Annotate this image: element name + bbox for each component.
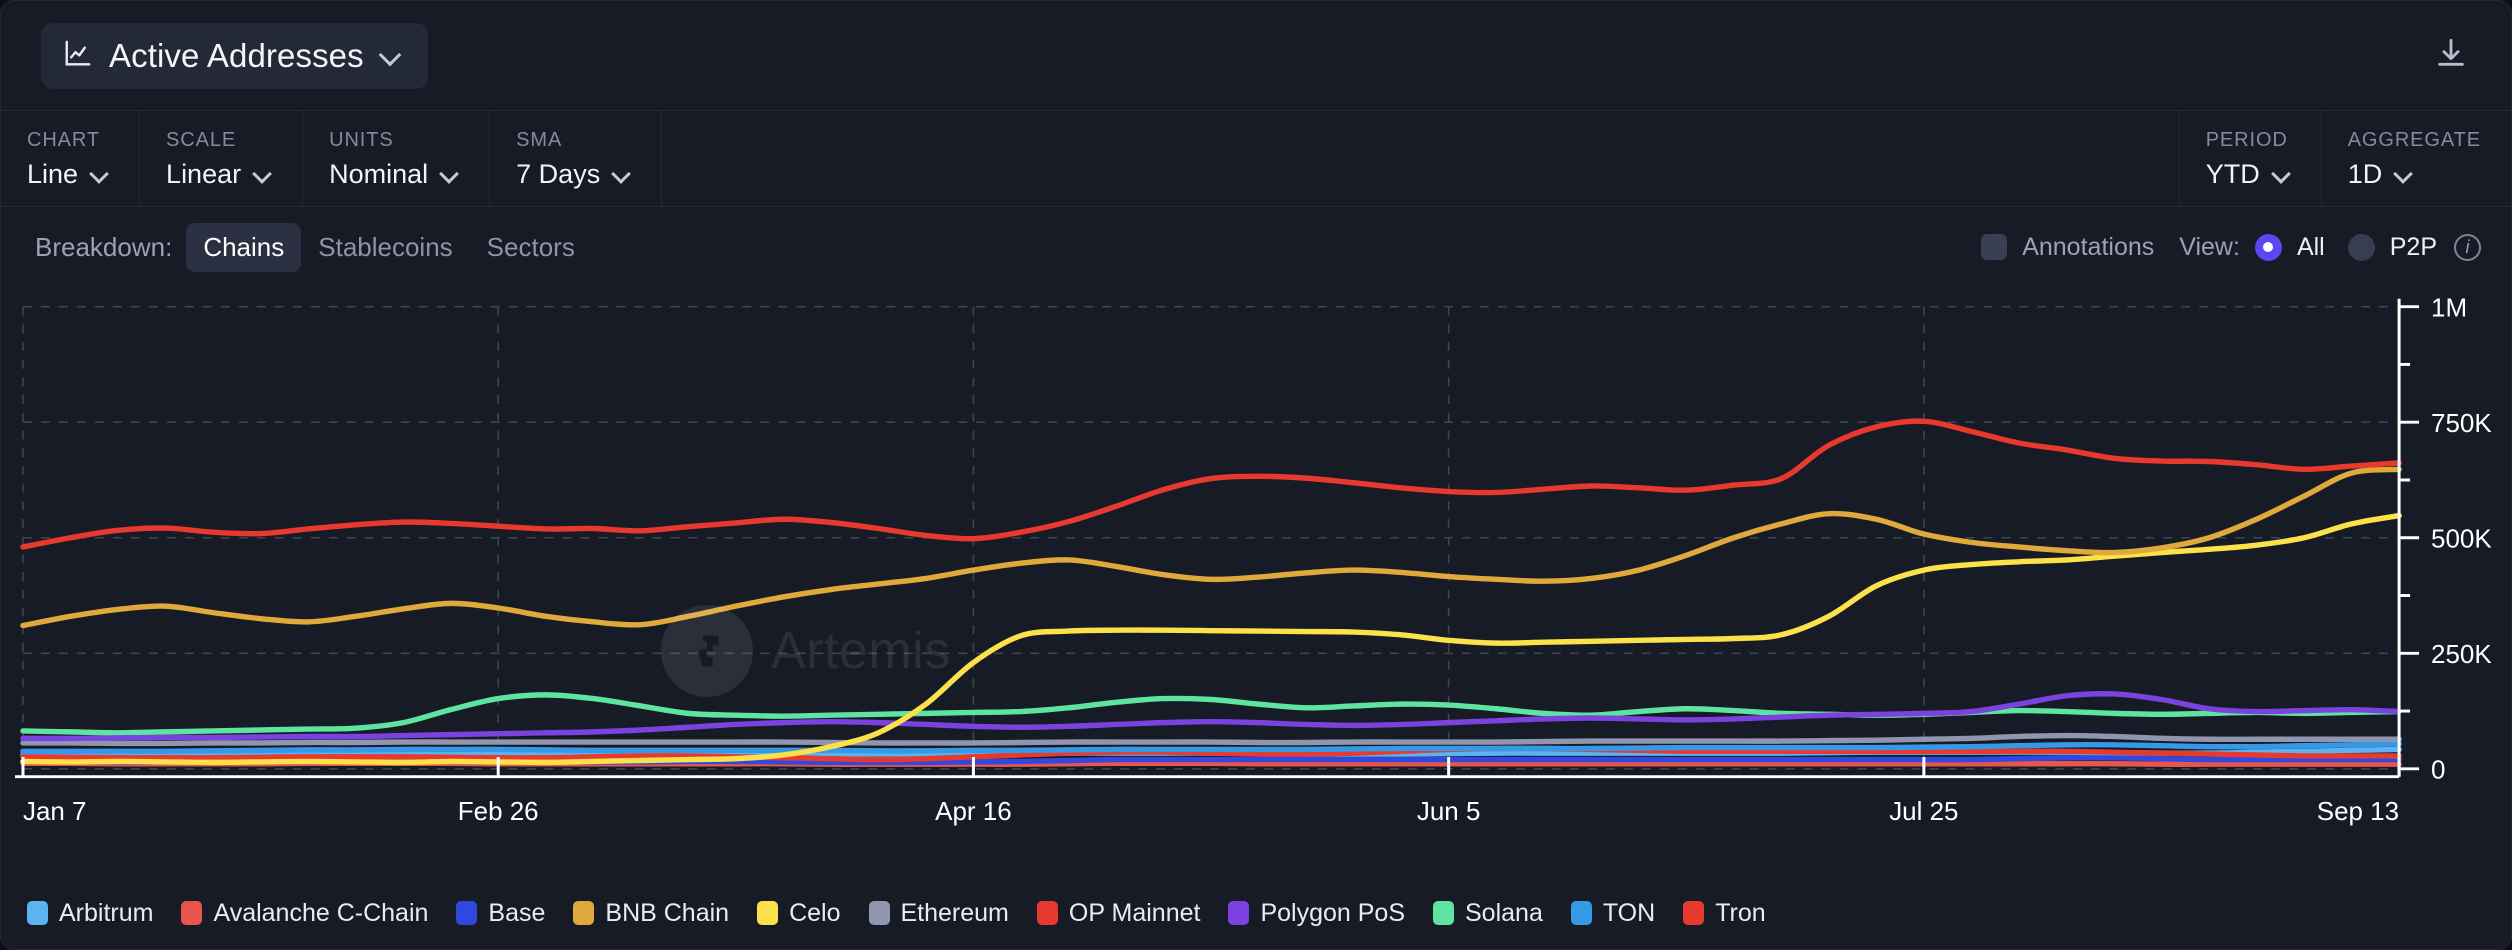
- legend-item[interactable]: Arbitrum: [27, 899, 153, 928]
- control-chart-label: CHART: [27, 129, 109, 152]
- control-sma-value: 7 Days: [516, 159, 600, 190]
- view-option-p2p-label: P2P: [2390, 233, 2437, 262]
- legend-label: Celo: [789, 899, 840, 928]
- legend-item[interactable]: Tron: [1683, 899, 1765, 928]
- x-axis-label: Jul 25: [1889, 798, 1958, 826]
- control-aggregate-label: AGGREGATE: [2348, 129, 2481, 152]
- annotations-checkbox[interactable]: [1981, 234, 2007, 260]
- legend-swatch: [456, 901, 477, 925]
- legend-swatch: [573, 901, 594, 925]
- control-period-label: PERIOD: [2206, 129, 2291, 152]
- legend-item[interactable]: OP Mainnet: [1037, 899, 1201, 928]
- legend-item[interactable]: Ethereum: [869, 899, 1009, 928]
- legend-label: Base: [488, 899, 545, 928]
- x-axis-label: Jun 5: [1417, 798, 1481, 826]
- chevron-down-icon: [440, 165, 459, 184]
- chevron-down-icon: [90, 165, 109, 184]
- legend-label: OP Mainnet: [1069, 899, 1201, 928]
- download-icon: [2434, 36, 2468, 75]
- legend-swatch: [181, 901, 202, 925]
- control-group-right: PERIOD YTD AGGREGATE 1D: [2179, 111, 2511, 206]
- control-scale[interactable]: SCALE Linear: [140, 111, 303, 206]
- control-group-left: CHART Line SCALE Linear UNITS Nominal: [1, 111, 662, 206]
- info-icon[interactable]: i: [2454, 234, 2481, 261]
- legend-swatch: [1571, 901, 1592, 925]
- control-units-value: Nominal: [329, 159, 428, 190]
- line-chart[interactable]: 0 250K 500K 750K 1M Jan 7 Feb 26 Apr 16 Jun 5 Jul…: [1, 287, 2511, 877]
- control-units-label: UNITS: [329, 129, 459, 152]
- chart-legend: Arbitrum Avalanche C-Chain Base BNB Chain Ce…: [1, 877, 2511, 949]
- line-chart-icon: [63, 38, 93, 73]
- legend-swatch: [1228, 901, 1249, 925]
- control-period-value: YTD: [2206, 159, 2260, 190]
- legend-label: Polygon PoS: [1260, 899, 1405, 928]
- series-line[interactable]: [23, 469, 2399, 625]
- legend-swatch: [1433, 901, 1454, 925]
- legend-swatch: [869, 901, 890, 925]
- x-axis-label: Apr 16: [935, 798, 1012, 826]
- breakdown-tab-stablecoins[interactable]: Stablecoins: [301, 223, 469, 272]
- legend-item[interactable]: Polygon PoS: [1228, 899, 1405, 928]
- control-chart-value: Line: [27, 159, 78, 190]
- legend-label: Avalanche C-Chain: [213, 899, 428, 928]
- y-axis-label: 1M: [2431, 295, 2467, 323]
- control-bar: CHART Line SCALE Linear UNITS Nominal: [1, 111, 2511, 207]
- app-header: Active Addresses: [1, 1, 2511, 111]
- legend-swatch: [1037, 901, 1058, 925]
- breakdown-row: Breakdown: Chains Stablecoins Sectors An…: [1, 207, 2511, 287]
- x-axis-label: Sep 13: [2317, 798, 2399, 826]
- x-axis-label: Jan 7: [23, 798, 87, 826]
- legend-item[interactable]: Base: [456, 899, 545, 928]
- y-axis-label: 500K: [2431, 526, 2492, 554]
- y-axis-label: 750K: [2431, 410, 2492, 438]
- legend-swatch: [1683, 901, 1704, 925]
- view-radio-all[interactable]: [2255, 234, 2282, 261]
- legend-label: Tron: [1715, 899, 1765, 928]
- chevron-down-icon: [2394, 165, 2413, 184]
- chevron-down-icon: [253, 165, 272, 184]
- legend-item[interactable]: BNB Chain: [573, 899, 729, 928]
- control-scale-value: Linear: [166, 159, 241, 190]
- legend-swatch: [757, 901, 778, 925]
- legend-swatch: [27, 901, 48, 925]
- control-sma-label: SMA: [516, 129, 631, 152]
- view-radio-p2p[interactable]: [2348, 234, 2375, 261]
- chart-app: Active Addresses CHART Line: [0, 0, 2512, 950]
- series-line[interactable]: [23, 421, 2399, 547]
- control-chart[interactable]: CHART Line: [1, 111, 140, 206]
- control-sma[interactable]: SMA 7 Days: [490, 111, 662, 206]
- legend-label: BNB Chain: [605, 899, 729, 928]
- x-axis-label: Feb 26: [458, 798, 539, 826]
- view-label: View:: [2179, 233, 2240, 262]
- control-aggregate[interactable]: AGGREGATE 1D: [2321, 111, 2511, 206]
- legend-label: Arbitrum: [59, 899, 153, 928]
- breakdown-label: Breakdown:: [35, 232, 172, 263]
- control-aggregate-value: 1D: [2348, 159, 2383, 190]
- breakdown-tab-sectors[interactable]: Sectors: [470, 223, 592, 272]
- metric-title: Active Addresses: [109, 37, 364, 75]
- control-units[interactable]: UNITS Nominal: [303, 111, 490, 206]
- chevron-down-icon: [380, 45, 402, 67]
- breakdown-tab-chains[interactable]: Chains: [186, 223, 301, 272]
- chevron-down-icon: [2272, 165, 2291, 184]
- chart-area: 0 250K 500K 750K 1M Jan 7 Feb 26 Apr 16 Jun 5 Jul…: [1, 287, 2511, 877]
- legend-item[interactable]: Avalanche C-Chain: [181, 899, 428, 928]
- legend-item[interactable]: Celo: [757, 899, 840, 928]
- view-options: Annotations View: All P2P i: [1981, 233, 2481, 262]
- metric-selector[interactable]: Active Addresses: [41, 23, 428, 89]
- view-option-all-label: All: [2297, 233, 2325, 262]
- control-scale-label: SCALE: [166, 129, 272, 152]
- control-period[interactable]: PERIOD YTD: [2179, 111, 2321, 206]
- y-axis-label: 250K: [2431, 641, 2492, 669]
- legend-item[interactable]: Solana: [1433, 899, 1543, 928]
- annotations-label: Annotations: [2022, 233, 2154, 262]
- legend-label: TON: [1603, 899, 1655, 928]
- legend-label: Ethereum: [901, 899, 1009, 928]
- chevron-down-icon: [612, 165, 631, 184]
- legend-item[interactable]: TON: [1571, 899, 1655, 928]
- y-axis-label: 0: [2431, 757, 2445, 785]
- download-button[interactable]: [2423, 28, 2479, 84]
- legend-label: Solana: [1465, 899, 1543, 928]
